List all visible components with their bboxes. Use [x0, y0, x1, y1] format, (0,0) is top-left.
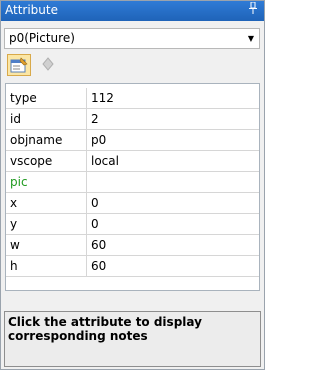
property-value[interactable]: 112: [87, 88, 259, 108]
property-key: w: [6, 235, 87, 255]
property-row-h[interactable]: h 60: [6, 256, 259, 277]
property-value[interactable]: 60: [87, 256, 259, 276]
events-icon: [42, 57, 54, 71]
property-value[interactable]: 0: [87, 214, 259, 234]
property-value[interactable]: [87, 172, 259, 192]
property-row-pic[interactable]: pic: [6, 172, 259, 193]
property-row-id[interactable]: id 2: [6, 109, 259, 130]
component-select-value: p0(Picture): [9, 31, 75, 45]
title-bar: Attribute: [1, 1, 264, 21]
property-value[interactable]: p0: [87, 130, 259, 150]
events-button[interactable]: [37, 54, 61, 76]
properties-button[interactable]: [7, 54, 31, 76]
property-row-vscope[interactable]: vscope local: [6, 151, 259, 172]
properties-icon: [10, 57, 28, 73]
property-grid: type 112 id 2 objname p0 vscope local pi…: [5, 83, 260, 291]
property-value[interactable]: 0: [87, 193, 259, 213]
toolbar: [4, 53, 260, 78]
property-value[interactable]: 60: [87, 235, 259, 255]
property-key: pic: [6, 172, 87, 192]
property-key: h: [6, 256, 87, 276]
property-row-x[interactable]: x 0: [6, 193, 259, 214]
notes-panel: Click the attribute to display correspon…: [4, 311, 261, 367]
attribute-panel: Attribute p0(Picture) ▼ type 112 id 2 ob…: [0, 0, 265, 370]
property-row-type[interactable]: type 112: [6, 88, 259, 109]
property-row-y[interactable]: y 0: [6, 214, 259, 235]
notes-text: Click the attribute to display correspon…: [8, 315, 202, 343]
property-value[interactable]: local: [87, 151, 259, 171]
property-row-objname[interactable]: objname p0: [6, 130, 259, 151]
property-key: y: [6, 214, 87, 234]
property-value[interactable]: 2: [87, 109, 259, 129]
property-key: x: [6, 193, 87, 213]
property-key: type: [6, 88, 87, 108]
property-key: vscope: [6, 151, 87, 171]
property-key: id: [6, 109, 87, 129]
dropdown-arrow-icon[interactable]: ▼: [246, 33, 256, 45]
panel-title: Attribute: [5, 3, 58, 17]
pin-icon[interactable]: [246, 1, 260, 18]
property-key: objname: [6, 130, 87, 150]
property-row-w[interactable]: w 60: [6, 235, 259, 256]
component-select[interactable]: p0(Picture) ▼: [4, 28, 260, 49]
